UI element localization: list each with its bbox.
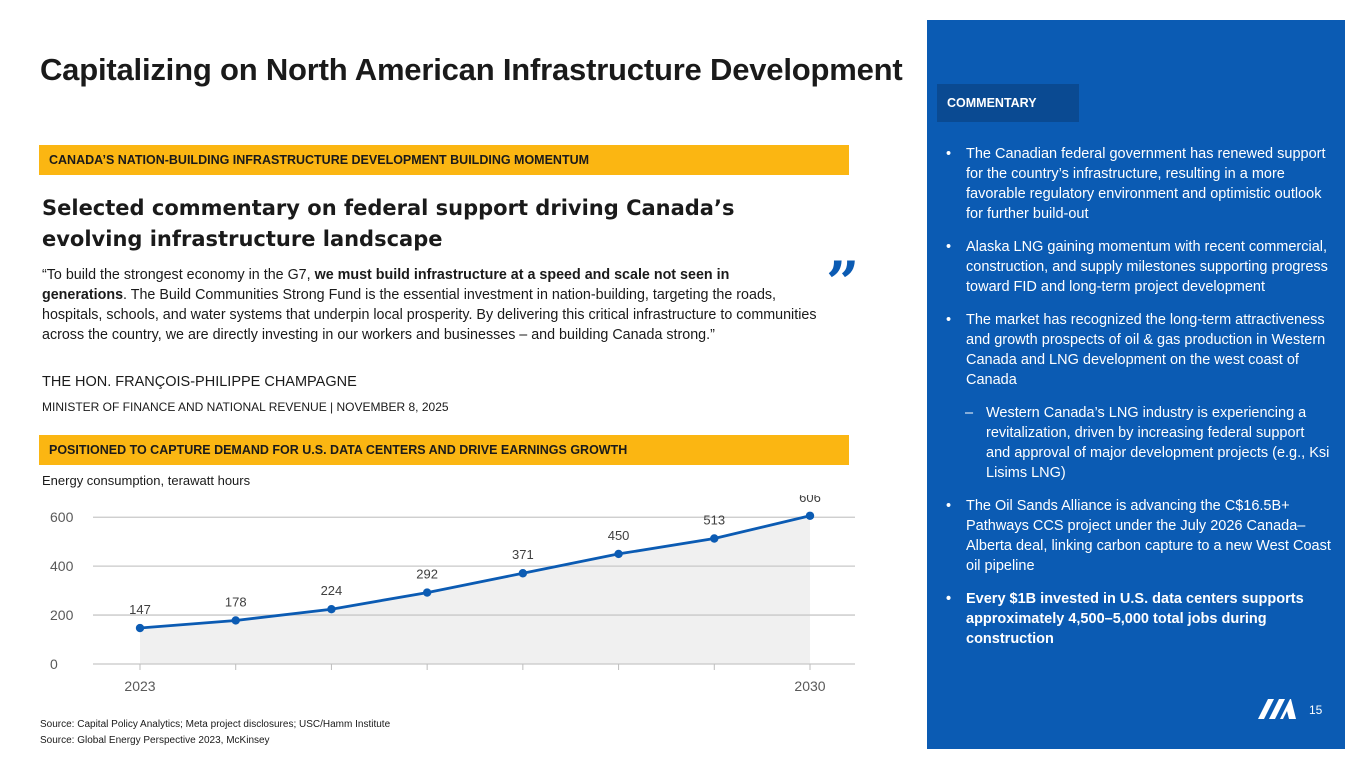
y-tick-label: 200: [50, 607, 74, 623]
data-label: 178: [225, 594, 247, 609]
section-banner-canada: CANADA’S NATION-BUILDING INFRASTRUCTURE …: [39, 145, 849, 175]
data-point: [710, 534, 719, 543]
commentary-tab: COMMENTARY: [937, 84, 1079, 122]
data-point: [614, 549, 623, 559]
bullet-text: The market has recognized the long-term …: [966, 312, 1326, 388]
bullet-text: Alaska LNG gaining momentum with recent …: [966, 239, 1328, 295]
quote-mark-icon: ”: [826, 249, 860, 317]
bullet-text: The Oil Sands Alliance is advancing the …: [966, 498, 1331, 574]
commentary-bullet: • The market has recognized the long-term…: [946, 310, 1331, 390]
data-label: 292: [416, 567, 438, 582]
quote-text-end: . The Build Communities Strong Fund is t…: [42, 287, 817, 343]
source-note-1: Source: Capital Policy Analytics; Meta p…: [40, 719, 391, 730]
data-point: [422, 588, 432, 597]
x-tick-label: 2023: [124, 678, 155, 694]
commentary-bullet: • Alaska LNG gaining momentum with recent…: [946, 237, 1331, 297]
data-label: 371: [512, 547, 534, 562]
bullet-text: Western Canada’s LNG industry is experie…: [986, 405, 1330, 481]
data-label: 147: [129, 602, 151, 617]
chart-caption: Energy consumption, terawatt hours: [42, 473, 251, 488]
bullet-text: The Canadian federal government has rene…: [966, 146, 1326, 222]
company-logo-icon: [1258, 699, 1296, 719]
x-tick-label: 2030: [794, 678, 825, 694]
section-subheading: Selected commentary on federal support d…: [42, 196, 735, 251]
energy-consumption-chart: 0 200 400 600 2023 2030 147 178 224 292 371 450 513 6…: [50, 495, 855, 694]
speaker-title: MINISTER OF FINANCE AND NATIONAL REVENUE…: [42, 400, 449, 414]
data-point: [805, 511, 815, 520]
bullet-text: Every $1B invested in U.S. data centers …: [966, 591, 1304, 647]
section-banner-data-centers: POSITIONED TO CAPTURE DEMAND FOR U.S. DA…: [39, 435, 849, 465]
bullet-glyph: •: [946, 312, 952, 328]
data-label: 513: [703, 513, 725, 528]
data-label: 450: [608, 528, 630, 543]
page-title: Capitalizing on North American Infrastru…: [40, 52, 903, 87]
bullet-glyph: •: [946, 591, 952, 607]
quote-block: “To build the strongest economy in the G…: [42, 265, 817, 345]
bullet-glyph: –: [965, 405, 974, 421]
bullet-glyph: •: [946, 239, 952, 255]
commentary-bullet: • Every $1B invested in U.S. data centers…: [946, 589, 1331, 649]
data-label: 224: [321, 583, 343, 598]
data-label: 606: [799, 495, 821, 505]
y-tick-label: 0: [50, 656, 58, 672]
commentary-bullet: • The Canadian federal government has ren…: [946, 144, 1331, 224]
source-note-2: Source: Global Energy Perspective 2023, …: [40, 735, 270, 746]
page-number: 15: [1309, 703, 1323, 717]
data-point: [231, 616, 240, 625]
quote-text-start: “To build the strongest economy in the G…: [42, 267, 315, 283]
y-tick-label: 600: [50, 509, 74, 525]
y-tick-label: 400: [50, 558, 74, 574]
speaker-name: THE HON. FRANÇOIS-PHILIPPE CHAMPAGNE: [42, 374, 357, 390]
data-point: [518, 569, 528, 578]
data-point: [327, 605, 336, 614]
data-point: [135, 623, 145, 633]
commentary-bullets: • The Canadian federal government has ren…: [946, 144, 1331, 662]
commentary-bullet: • The Oil Sands Alliance is advancing the…: [946, 496, 1331, 576]
commentary-bullet: – Western Canada’s LNG industry is experi…: [946, 403, 1331, 483]
bullet-glyph: •: [946, 498, 952, 514]
bullet-glyph: •: [946, 146, 952, 162]
